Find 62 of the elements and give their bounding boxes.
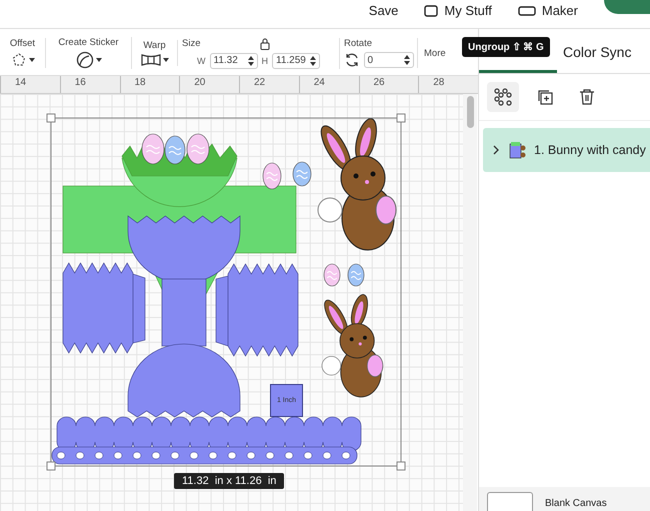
tool-label: Warp [143,40,166,51]
more-link[interactable]: More [418,48,446,58]
ruler-number: 16 [60,76,120,93]
canvas-label: Blank Canvas [545,498,607,509]
egg-drawing [324,264,340,286]
trash-icon [578,88,596,106]
stepper-icon[interactable] [404,55,410,65]
tool-label: Create Sticker [58,37,119,48]
width-label: W [197,56,206,66]
make-button[interactable] [604,0,650,14]
dimension-label: 11.32 in x 11.26 in [174,473,284,489]
egg-drawing [262,162,282,190]
caret-icon [28,58,34,62]
egg-drawing [292,162,312,186]
layer-thumbnail-icon [508,140,526,160]
stepper-icon[interactable] [310,56,316,66]
height-label: H [262,56,268,66]
ruler-number: 20 [179,76,239,93]
stepper-icon[interactable] [248,56,254,66]
offset-icon [10,52,26,68]
height-field[interactable]: 11.259 [272,52,320,68]
ungroup-button[interactable] [487,82,519,112]
tool-label: Rotate [344,38,372,49]
ruler-number: 24 [298,76,358,93]
canvas-swatch[interactable] [487,492,533,511]
ruler-number: 26 [358,76,418,93]
ungroup-icon [494,88,512,106]
panel-tab[interactable]: Color Sync [557,33,638,73]
chevron-right-icon[interactable] [493,145,500,155]
lock-icon[interactable] [260,38,270,50]
warp-icon [140,54,160,66]
rotate-icon[interactable] [344,52,360,68]
layer-name: 1. Bunny with candy [534,143,646,157]
sticker-button[interactable] [76,51,102,69]
header-link[interactable]: Save [368,3,398,18]
tool-label: Size [182,38,200,49]
ruler-number: 14 [0,76,60,93]
offset-button[interactable] [10,52,34,68]
header-link[interactable]: My Stuff [444,3,492,18]
sticker-icon [76,51,94,69]
ruler-number: 18 [120,76,180,93]
caret-icon [96,58,102,62]
rotate-field[interactable]: 0 [364,52,414,68]
egg-drawing [348,264,364,286]
ruler-number: 22 [239,76,299,93]
tool-label: Offset [10,38,36,49]
width-field[interactable]: 11.32 [210,52,258,68]
egg-drawing [164,136,186,164]
scrollbar-thumb[interactable] [466,96,474,128]
machine-icon [518,6,536,16]
duplicate-icon [536,88,554,106]
egg-drawing [186,134,210,164]
caret-icon [162,58,168,62]
egg-drawing [142,134,164,164]
layer-row[interactable]: 1. Bunny with candy [483,128,650,172]
tooltip: Ungroup ⇧ ⌘ G [462,37,550,57]
folder-icon [424,4,438,16]
selection-box[interactable] [46,114,406,470]
ruler-number: 28 [418,76,478,93]
stem-shape [162,278,206,346]
warp-button[interactable] [140,54,168,66]
header-link[interactable]: Maker [542,3,578,18]
